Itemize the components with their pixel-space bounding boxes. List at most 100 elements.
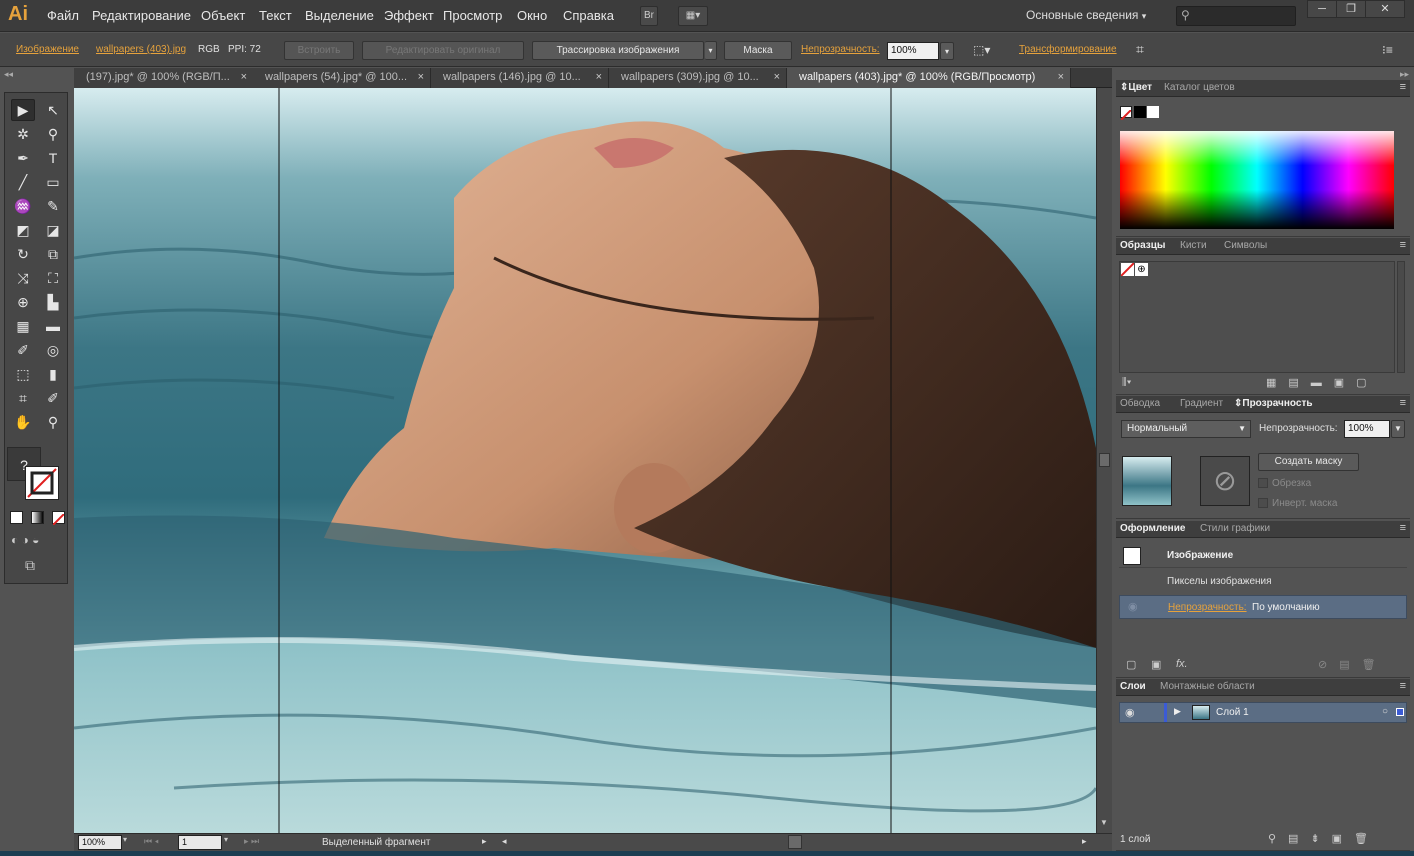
artboard-canvas[interactable] bbox=[74, 88, 1096, 833]
shape-builder-tool-icon[interactable]: ⊕ bbox=[11, 291, 35, 313]
opacity-input[interactable]: 100% bbox=[887, 42, 939, 60]
close-tab-icon[interactable]: × bbox=[774, 68, 780, 87]
pen-tool-icon[interactable]: ✒ bbox=[11, 147, 35, 169]
registration-swatch[interactable]: ⊕ bbox=[1135, 263, 1148, 276]
magic-wand-tool-icon[interactable]: ✲ bbox=[11, 123, 35, 145]
menu-view[interactable]: Просмотр bbox=[443, 8, 502, 23]
eye-icon[interactable]: ◉ bbox=[1128, 600, 1138, 613]
column-graph-tool-icon[interactable]: ▮ bbox=[41, 363, 65, 385]
linked-file-link[interactable]: wallpapers (403).jpg bbox=[96, 44, 186, 55]
tab-artboards[interactable]: Монтажные области bbox=[1160, 681, 1255, 692]
panel-menu-icon[interactable]: ≡ bbox=[1400, 239, 1406, 251]
tab-layers[interactable]: Слои bbox=[1120, 681, 1146, 692]
make-mask-button[interactable]: Создать маску bbox=[1258, 453, 1359, 471]
selection-indicator[interactable] bbox=[1396, 708, 1404, 716]
maximize-button[interactable]: ❐ bbox=[1336, 0, 1366, 18]
invert-mask-checkbox[interactable] bbox=[1258, 498, 1268, 508]
none-mode-icon[interactable] bbox=[52, 511, 65, 526]
layer-actions-icons[interactable]: ⚲▤⇟▣🗑 bbox=[1268, 832, 1380, 845]
add-fill-icon[interactable]: ▣ bbox=[1151, 658, 1161, 671]
tab-gradient[interactable]: Градиент bbox=[1180, 398, 1223, 409]
tab-document-54[interactable]: wallpapers (54).jpg* @ 100... × bbox=[253, 68, 431, 88]
blend-mode-select[interactable]: Нормальный ▼ bbox=[1121, 420, 1251, 438]
appearance-opacity-link[interactable]: Непрозрачность: bbox=[1168, 602, 1247, 613]
search-field[interactable]: ⚲ bbox=[1176, 6, 1296, 26]
swatch-actions-icons[interactable]: ▦▤▬▣▢ bbox=[1266, 376, 1379, 389]
draw-mode-icons[interactable]: ◐ ◑ ◒ bbox=[11, 533, 39, 547]
screen-mode-icon[interactable]: ⧉ bbox=[25, 557, 35, 574]
close-tab-icon[interactable]: × bbox=[241, 68, 247, 87]
panel-menu-icon[interactable]: ≡ bbox=[1400, 397, 1406, 409]
swatch-scrollbar[interactable] bbox=[1397, 261, 1405, 373]
hand-tool-icon[interactable]: ✋ bbox=[11, 411, 35, 433]
color-spectrum[interactable] bbox=[1120, 131, 1394, 229]
line-segment-tool-icon[interactable]: ╱ bbox=[11, 171, 35, 193]
status-menu-icon[interactable]: ▸ bbox=[482, 836, 487, 847]
tab-graphic-styles[interactable]: Стили графики bbox=[1200, 523, 1270, 534]
menu-file[interactable]: Файл bbox=[47, 8, 79, 23]
zoom-dropdown-icon[interactable]: ▾ bbox=[123, 835, 127, 844]
lasso-tool-icon[interactable]: ⚲ bbox=[41, 123, 65, 145]
image-trace-button[interactable]: Трассировка изображения bbox=[532, 41, 704, 60]
opacity-dropdown[interactable]: ▾ bbox=[940, 42, 954, 60]
expand-layer-icon[interactable]: ▶ bbox=[1174, 706, 1181, 717]
tab-appearance[interactable]: Оформление bbox=[1120, 523, 1185, 534]
trace-preset-dropdown[interactable]: ▾ bbox=[705, 41, 717, 60]
none-swatch[interactable] bbox=[1120, 262, 1135, 277]
last-artboard-icon[interactable]: ▸ ⏭ bbox=[244, 836, 259, 847]
close-window-button[interactable]: ✕ bbox=[1365, 0, 1405, 18]
gradient-mode-icon[interactable] bbox=[31, 511, 44, 524]
clip-checkbox[interactable] bbox=[1258, 478, 1268, 488]
tab-swatches[interactable]: Образцы bbox=[1120, 240, 1165, 251]
type-tool-icon[interactable]: T bbox=[41, 147, 65, 169]
black-swatch[interactable] bbox=[1134, 106, 1146, 118]
scroll-down-icon[interactable]: ▼ bbox=[1100, 818, 1108, 827]
blob-brush-tool-icon[interactable]: ◩ bbox=[11, 219, 35, 241]
width-tool-icon[interactable]: ⤨ bbox=[11, 267, 35, 289]
eye-icon[interactable]: ◉ bbox=[1125, 706, 1135, 719]
panel-menu-icon[interactable]: ≡ bbox=[1400, 81, 1406, 93]
first-artboard-icon[interactable]: ⏮ ◂ bbox=[144, 836, 159, 847]
artboard-dropdown-icon[interactable]: ▾ bbox=[224, 835, 228, 844]
eraser-tool-icon[interactable]: ◪ bbox=[41, 219, 65, 241]
mesh-tool-icon[interactable]: ▦ bbox=[11, 315, 35, 337]
tab-document-197[interactable]: (197).jpg* @ 100% (RGB/П... × bbox=[74, 68, 254, 88]
add-stroke-icon[interactable]: ▢ bbox=[1126, 658, 1136, 671]
selection-tool-icon[interactable]: ▶ bbox=[11, 99, 35, 121]
tab-color[interactable]: ⇕Цвет bbox=[1120, 82, 1152, 93]
blend-tool-icon[interactable]: ◎ bbox=[41, 339, 65, 361]
appearance-actions-icons[interactable]: ⊘▤🗑 bbox=[1318, 658, 1388, 671]
menu-window[interactable]: Окно bbox=[517, 8, 547, 23]
minimize-button[interactable]: ─ bbox=[1307, 0, 1337, 18]
fx-icon[interactable]: fx. bbox=[1176, 658, 1188, 670]
zoom-tool-icon[interactable]: ⚲ bbox=[41, 411, 65, 433]
zoom-input[interactable]: 100% bbox=[78, 835, 122, 850]
vertical-scrollbar[interactable]: ▼ bbox=[1096, 88, 1112, 833]
embed-button[interactable]: Встроить bbox=[284, 41, 354, 60]
appearance-opacity-row[interactable]: ◉ Непрозрачность: По умолчанию bbox=[1119, 595, 1407, 619]
paintbrush-tool-icon[interactable]: ♒ bbox=[11, 195, 35, 217]
eyedropper-tool-icon[interactable]: ✐ bbox=[11, 339, 35, 361]
free-transform-tool-icon[interactable]: ⛶ bbox=[41, 267, 65, 289]
pencil-tool-icon[interactable]: ✎ bbox=[41, 195, 65, 217]
rectangle-tool-icon[interactable]: ▭ bbox=[41, 171, 65, 193]
scale-tool-icon[interactable]: ⧉ bbox=[41, 243, 65, 265]
color-mode-icon[interactable] bbox=[10, 511, 23, 524]
gradient-tool-icon[interactable]: ▬ bbox=[41, 315, 65, 337]
collapse-toolbox-icon[interactable]: ◂◂ bbox=[4, 69, 13, 80]
align-options-icon[interactable]: ⬚▾ bbox=[973, 43, 990, 57]
horizontal-scroll-thumb[interactable] bbox=[788, 835, 802, 849]
symbol-sprayer-tool-icon[interactable]: ⬚ bbox=[11, 363, 35, 385]
arrange-documents-button[interactable]: ▦▾ bbox=[678, 6, 708, 26]
menu-edit[interactable]: Редактирование bbox=[92, 8, 191, 23]
isolate-icon[interactable]: ⌗ bbox=[1136, 41, 1144, 58]
menu-help[interactable]: Справка bbox=[563, 8, 614, 23]
menu-object[interactable]: Объект bbox=[201, 8, 245, 23]
opacity-input[interactable]: 100% bbox=[1344, 420, 1390, 438]
panel-menu-icon[interactable]: ≡ bbox=[1400, 522, 1406, 534]
panel-menu-icon[interactable]: ⁝≡ bbox=[1382, 43, 1393, 57]
tab-stroke[interactable]: Обводка bbox=[1120, 398, 1160, 409]
artboard-tool-icon[interactable]: ⌗ bbox=[11, 387, 35, 409]
target-icon[interactable]: ○ bbox=[1382, 706, 1388, 717]
opacity-dropdown[interactable]: ▼ bbox=[1391, 420, 1405, 438]
